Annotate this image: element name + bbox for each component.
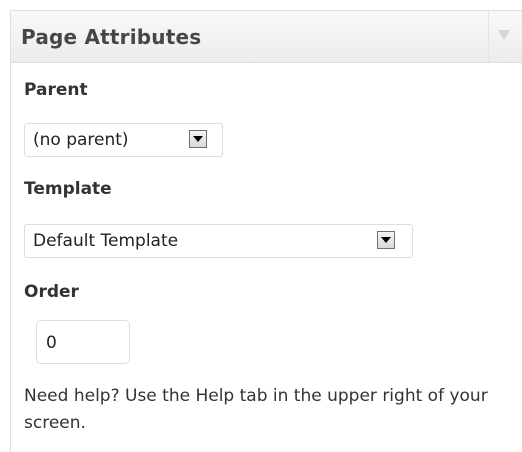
panel-title: Page Attributes: [21, 25, 202, 49]
template-select-value: Default Template: [33, 231, 179, 251]
dropdown-arrow-icon[interactable]: [189, 130, 207, 148]
template-select[interactable]: Default Template: [24, 224, 413, 258]
collapse-toggle[interactable]: [488, 11, 522, 62]
parent-select-value: (no parent): [33, 130, 129, 150]
order-input-value: 0: [46, 333, 57, 353]
order-input[interactable]: 0: [36, 320, 130, 364]
parent-select[interactable]: (no parent): [24, 123, 223, 157]
template-label: Template: [24, 179, 112, 199]
chevron-down-icon: [498, 30, 510, 40]
parent-label: Parent: [24, 80, 88, 100]
dropdown-arrow-icon[interactable]: [377, 231, 395, 249]
help-text: Need help? Use the Help tab in the upper…: [24, 386, 488, 433]
panel-header[interactable]: Page Attributes: [11, 11, 522, 63]
order-label: Order: [24, 282, 79, 302]
